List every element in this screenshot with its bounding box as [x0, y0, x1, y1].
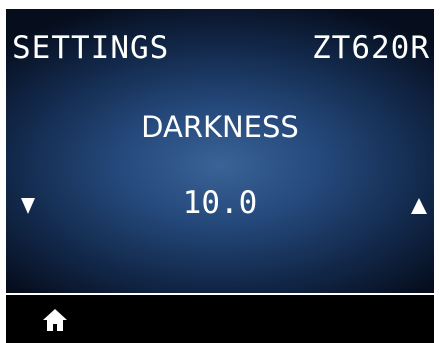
increase-arrow-icon[interactable] [411, 198, 427, 214]
screen-title: SETTINGS [12, 30, 170, 66]
home-icon[interactable] [42, 307, 68, 333]
printer-display: SETTINGS ZT620R DARKNESS 10.0 [6, 9, 434, 343]
printer-model: ZT620R [312, 30, 430, 66]
setting-value: 10.0 [182, 185, 258, 221]
value-selector: 10.0 [6, 184, 434, 224]
header-bar: SETTINGS ZT620R [6, 9, 434, 79]
footer-bar [6, 295, 434, 343]
setting-name: DARKNESS [141, 110, 299, 144]
settings-screen: SETTINGS ZT620R DARKNESS 10.0 [6, 9, 434, 293]
